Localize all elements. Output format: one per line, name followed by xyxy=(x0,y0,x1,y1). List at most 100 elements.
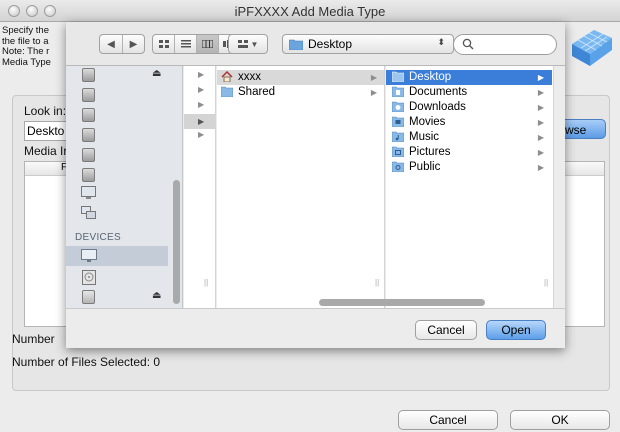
sidebar-item-disk[interactable] xyxy=(66,106,182,126)
list-view-icon xyxy=(180,40,191,48)
look-in-label: Look in: xyxy=(24,104,67,118)
arrange-button[interactable]: ▼ xyxy=(229,35,267,53)
sidebar-item-disc[interactable] xyxy=(66,268,182,288)
chevron-down-icon: ▼ xyxy=(250,39,259,49)
sidebar-item-disk[interactable] xyxy=(66,166,182,186)
list-header-right xyxy=(565,162,604,176)
title-bar: iPFXXXX Add Media Type xyxy=(0,0,620,22)
open-button[interactable]: Open xyxy=(486,320,546,340)
list-item[interactable]: Pictures ▶ xyxy=(386,145,552,160)
sheet-button-bar: Cancel Open xyxy=(66,308,565,348)
disk-icon xyxy=(82,168,95,182)
chevron-right-icon: ▶ xyxy=(198,70,205,79)
home-icon xyxy=(221,71,233,82)
location-label: Desktop xyxy=(308,37,353,51)
view-mode-control xyxy=(152,34,240,54)
chevron-right-icon: ▶ xyxy=(537,118,544,127)
popup-arrows-icon: ⬍ xyxy=(437,37,445,47)
list-item[interactable]: Desktop ▶ xyxy=(386,70,552,85)
icon-view-icon xyxy=(158,40,169,48)
movies-folder-icon xyxy=(392,116,404,127)
sidebar-item-display[interactable] xyxy=(66,184,182,204)
eject-icon[interactable]: ⏏ xyxy=(152,290,161,301)
chevron-right-icon: ▶ xyxy=(537,73,544,82)
back-button[interactable]: ◀ xyxy=(100,35,123,53)
item-label: Pictures xyxy=(409,146,451,158)
disk-icon xyxy=(82,108,95,122)
chevron-right-icon: ▶ xyxy=(537,133,544,142)
sidebar: ⏏ DEVICES ⏏ xyxy=(66,66,183,308)
forward-button[interactable]: ▶ xyxy=(123,35,144,53)
sheet-cancel-button[interactable]: Cancel xyxy=(415,320,477,340)
list-header: F xyxy=(25,162,67,176)
column-view-icon xyxy=(202,40,213,48)
description-line: Note: The r xyxy=(2,46,50,57)
window-title: iPFXXXX Add Media Type xyxy=(234,4,386,19)
list-item[interactable]: Downloads ▶ xyxy=(386,100,552,115)
public-folder-icon xyxy=(392,161,404,172)
parent-selected-row[interactable]: ▶ xyxy=(184,114,215,129)
sidebar-scrollbar[interactable] xyxy=(173,180,180,304)
arrange-control[interactable]: ▼ xyxy=(228,34,268,54)
optical-disc-icon xyxy=(82,270,96,285)
description-line: Specify the xyxy=(2,26,49,36)
chevron-right-icon: ▶ xyxy=(537,103,544,112)
computer-icon xyxy=(81,249,97,262)
ok-button[interactable]: OK xyxy=(510,410,610,430)
desktop-folder-icon xyxy=(289,39,303,50)
item-label: Movies xyxy=(409,116,446,128)
column-view-button[interactable] xyxy=(197,35,219,53)
list-item[interactable]: xxxx ▶ xyxy=(217,70,384,85)
open-file-sheet: ◀ ▶ ▼ Desktop ⬍ ⏏ DEVICES ⏏ ▶ ▶ ▶ ▶ ▶ ||… xyxy=(66,22,565,348)
documents-folder-icon xyxy=(392,86,404,97)
chevron-right-icon: ▶ xyxy=(370,73,377,82)
item-label: Public xyxy=(409,161,441,173)
location-popup[interactable]: Desktop ⬍ xyxy=(282,34,454,54)
column-resize-handle[interactable]: || xyxy=(544,278,548,287)
look-in-select[interactable]: Deskto xyxy=(24,121,68,141)
display-icon xyxy=(81,186,96,199)
list-item[interactable]: Music ▶ xyxy=(386,130,552,145)
chevron-right-icon: ▶ xyxy=(537,148,544,157)
pictures-folder-icon xyxy=(392,146,404,157)
list-view-button[interactable] xyxy=(175,35,197,53)
sidebar-item-disk[interactable]: ⏏ xyxy=(66,66,182,86)
item-label: Shared xyxy=(238,86,276,98)
number-of-files-selected: Number of Files Selected: 0 xyxy=(12,355,161,369)
list-item[interactable]: Documents ▶ xyxy=(386,85,552,100)
eject-icon[interactable]: ⏏ xyxy=(152,68,161,79)
desktop-folder-icon xyxy=(392,71,404,82)
number-of-files-label: Number xyxy=(12,332,55,346)
search-icon xyxy=(462,38,474,50)
media-info-list[interactable]: F xyxy=(24,161,68,327)
sidebar-item-external-disk[interactable]: ⏏ xyxy=(66,288,182,308)
app-logo-icon xyxy=(572,30,612,66)
item-label: Desktop xyxy=(409,71,452,83)
list-item[interactable]: Shared ▶ xyxy=(217,85,384,100)
sidebar-item-disk[interactable] xyxy=(66,126,182,146)
chevron-right-icon: ▶ xyxy=(198,85,205,94)
sidebar-item-disk[interactable] xyxy=(66,86,182,106)
folder-icon xyxy=(221,86,233,97)
list-item[interactable]: Movies ▶ xyxy=(386,115,552,130)
sidebar-item-disk[interactable] xyxy=(66,146,182,166)
music-folder-icon xyxy=(392,131,404,142)
arrange-icon xyxy=(237,40,248,48)
network-icon xyxy=(81,206,96,219)
item-label: Downloads xyxy=(409,101,466,113)
search-input[interactable] xyxy=(453,34,557,55)
list-item[interactable]: Public ▶ xyxy=(386,160,552,175)
column-resize-handle[interactable]: || xyxy=(375,278,379,287)
icon-view-button[interactable] xyxy=(153,35,175,53)
description-line: Media Type xyxy=(2,56,51,68)
disk-icon xyxy=(82,88,95,102)
sidebar-item-computer[interactable] xyxy=(66,246,168,266)
column-users: xxxx ▶ Shared ▶ || xyxy=(217,66,385,308)
chevron-right-icon: ▶ xyxy=(537,88,544,97)
horizontal-scrollbar[interactable] xyxy=(319,299,485,306)
cancel-button[interactable]: Cancel xyxy=(398,410,498,430)
column-resize-handle[interactable]: || xyxy=(204,278,208,287)
sidebar-item-network[interactable] xyxy=(66,204,182,224)
chevron-right-icon: ▶ xyxy=(370,88,377,97)
media-info-label: Media Ir xyxy=(24,144,68,158)
